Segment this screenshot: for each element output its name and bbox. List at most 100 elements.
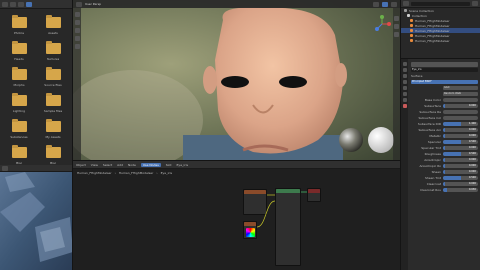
material-output-node[interactable] [307,188,321,202]
3d-viewport[interactable]: User Persp [73,0,400,160]
property-slider[interactable]: 0.000 [443,146,478,150]
zoom-icon[interactable] [394,16,399,21]
editor-type-icon[interactable] [76,1,82,7]
folder-icon [45,119,61,132]
scene-tab-icon[interactable] [402,80,407,84]
image-texture-node[interactable] [243,189,267,215]
breadcrumb-item[interactable]: Human_FHighModelser [119,171,154,175]
outliner-search-input[interactable] [411,1,470,6]
menu-item-node[interactable]: Node [128,163,136,167]
render-mode-icon[interactable] [382,1,388,7]
editor-type-icon[interactable] [403,1,409,6]
breadcrumb-item[interactable]: Eye_iris [161,171,172,175]
property-slider[interactable]: 1.400 [443,122,478,126]
property-slider[interactable]: 0.500 [443,152,478,156]
color-node[interactable] [243,221,257,239]
rotate-tool-icon[interactable] [74,36,80,41]
render-tab-icon[interactable] [402,68,407,72]
back-icon[interactable] [10,1,16,7]
image-preview-panel [0,165,73,270]
menu-item-add[interactable]: Add [117,163,123,167]
property-slider[interactable]: 0.000 [443,128,478,132]
menu-item-eye-iris[interactable]: Eye_iris [177,163,188,167]
camera-icon[interactable] [394,32,399,37]
folder-item[interactable]: Heads [4,41,34,63]
material-tab-icon[interactable] [402,104,407,108]
mesh-object-icon [410,29,413,32]
folder-item[interactable]: Source files [38,67,68,89]
property-slider[interactable]: 0.000 [443,170,478,174]
view-toggle-icon[interactable] [26,1,32,7]
folder-label: My Assets [45,135,61,139]
modifier-tab-icon[interactable] [402,98,407,102]
shading-icon[interactable] [373,1,379,7]
cursor-tool-icon[interactable] [74,20,80,25]
slider-fill [443,134,445,138]
menu-item-select[interactable]: Select [103,163,112,167]
outliner-row-label: Human_FHighModelser [415,38,450,43]
scale-tool-icon[interactable] [74,44,80,49]
folder-item[interactable]: Substances [4,119,34,141]
property-value: 0.000 [468,134,476,137]
property-slider[interactable]: 0.000 [443,104,478,108]
property-slider[interactable]: 0.000 [443,134,478,138]
world-tab-icon[interactable] [402,86,407,90]
menu-item-use-nodes[interactable]: Use Nodes [140,162,161,167]
property-slider[interactable]: 0.500 [443,176,478,180]
property-slider[interactable]: 0.000 [443,158,478,162]
slider-fill [443,152,461,156]
outliner-row-label: Human_FHighModelser [415,18,450,23]
property-slider[interactable] [443,110,478,114]
editor-type-icon[interactable] [2,165,8,171]
property-slider[interactable]: 0.500 [443,140,478,144]
object-tab-icon[interactable] [402,92,407,96]
slider-fill [443,140,461,144]
folder-item[interactable]: My Assets [38,119,68,141]
breadcrumb-item[interactable]: Human_FHighModelser [77,171,112,175]
property-slider[interactable] [443,116,478,120]
material-name-field[interactable]: Eye_iris [411,68,478,72]
viewport-toolbar [73,8,81,160]
folder-item[interactable]: Misc [4,145,34,167]
pan-icon[interactable] [394,24,399,29]
move-tool-icon[interactable] [74,28,80,33]
distribution-dropdown[interactable]: GGX [443,86,478,90]
filter-icon[interactable] [472,1,478,6]
menu-item-object[interactable]: Object [76,163,86,167]
navigation-gizmo-icon[interactable] [372,14,392,34]
outliner-header [401,0,480,8]
principled-bsdf-node[interactable] [275,188,301,266]
folder-icon [11,41,27,54]
menu-item-view[interactable]: View [91,163,98,167]
forward-icon[interactable] [18,1,24,7]
folder-icon [45,15,61,28]
property-slider[interactable]: 0.030 [443,188,478,192]
property-slider[interactable] [443,98,478,102]
overlay-icon[interactable] [391,1,397,7]
folder-item[interactable]: Lighting [4,93,34,115]
blender-window: Photos Assets Heads Textures Morphs Source fi… [0,0,480,270]
property-slider[interactable]: 0.000 [443,182,478,186]
tool-tab-icon[interactable] [402,62,407,66]
editor-type-icon[interactable] [2,1,8,7]
slider-fill [443,182,445,186]
menu-item-slot[interactable]: Slot [166,163,172,167]
property-slider[interactable]: 0.000 [443,164,478,168]
output-tab-icon[interactable] [402,74,407,78]
select-tool-icon[interactable] [74,12,80,17]
folder-item[interactable]: Sample files [38,93,68,115]
folder-item[interactable]: Textures [38,41,68,63]
material-slot[interactable] [411,61,478,67]
outliner-row[interactable]: Human_FHighModelser [401,38,480,43]
subsurface-method-dropdown[interactable]: Random Walk [443,92,478,96]
folder-item[interactable]: Misc [38,145,68,167]
node-editor[interactable]: Object View Select Add Node Use Nodes Slot Eye_… [73,160,400,270]
surface-shader-field[interactable]: Principled BSDF [411,80,478,84]
property-row: Clearcoat Rou 0.030 [411,187,478,193]
property-value: 0.500 [468,152,476,155]
folder-label: Textures [46,57,60,61]
folder-item[interactable]: Assets [38,15,68,37]
folder-item[interactable]: Morphs [4,67,34,89]
folder-item[interactable]: Photos [4,15,34,37]
denim-texture-image [0,172,72,270]
